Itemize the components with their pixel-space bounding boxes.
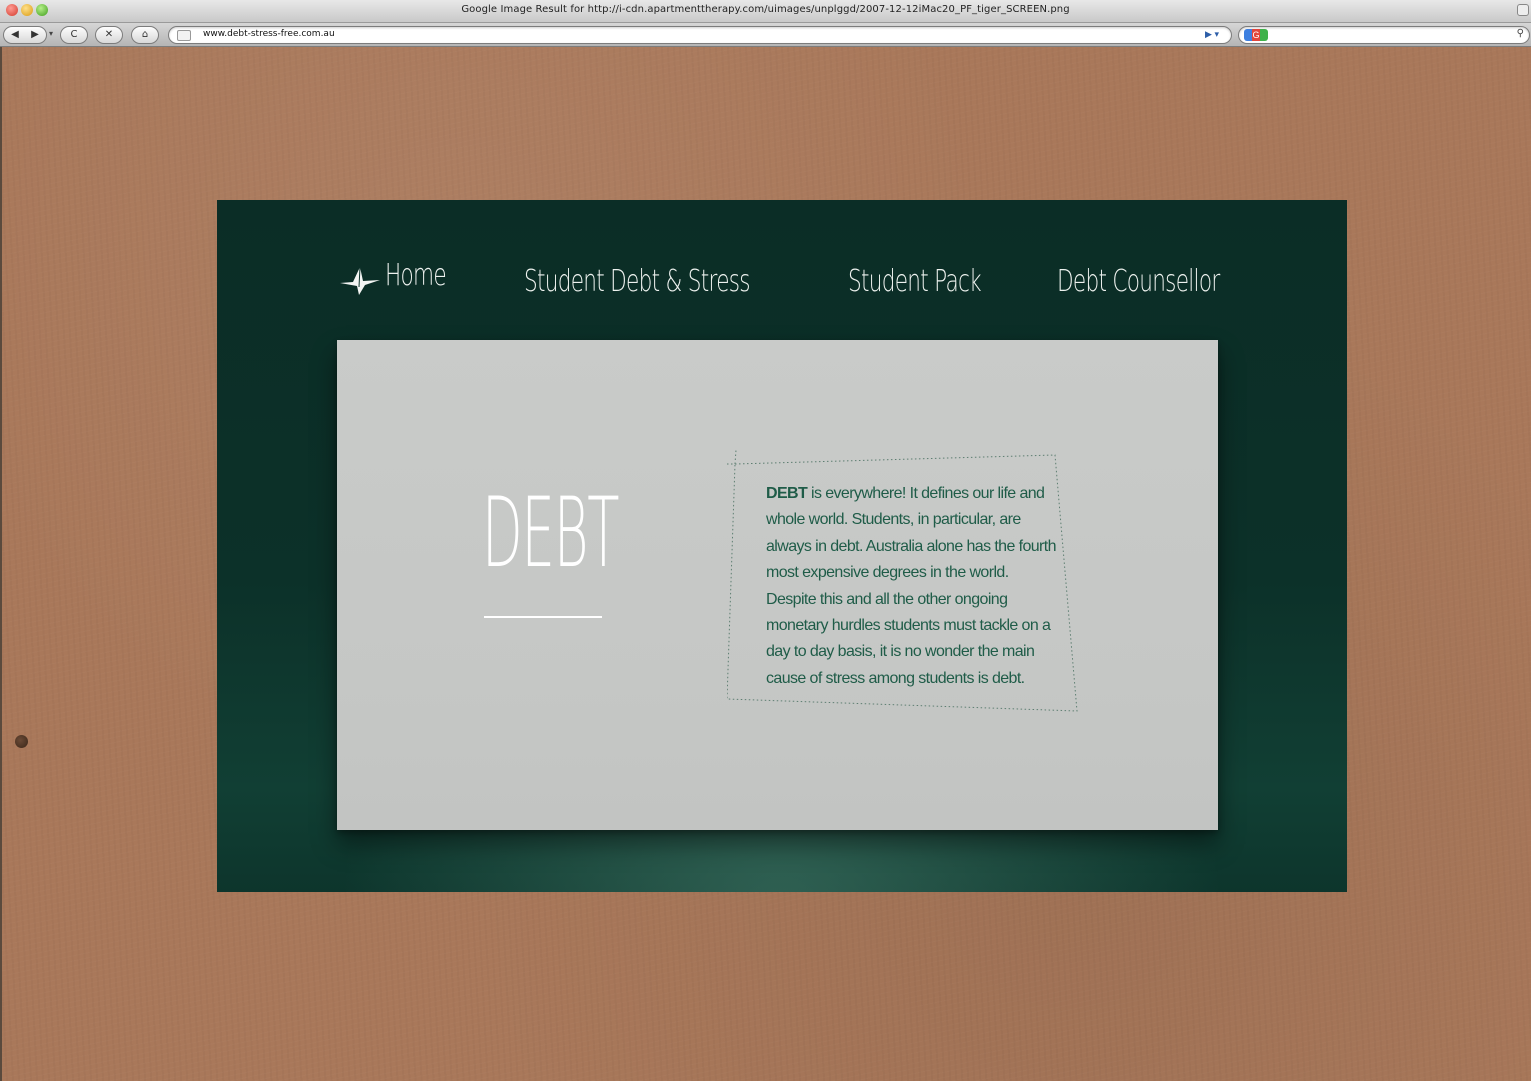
- pushpin-decoration: [15, 735, 28, 748]
- search-icon[interactable]: ⚲: [1517, 28, 1524, 39]
- window-title: Google Image Result for http://i-cdn.apa…: [461, 4, 1070, 15]
- url-text[interactable]: www.debt-stress-free.com.au: [203, 29, 335, 39]
- intro-text: is everywhere! It defines our life and w…: [766, 485, 1057, 687]
- page-title: DEBT: [482, 477, 620, 589]
- site-container: Home Student Debt & Stress Student Pack …: [217, 200, 1347, 892]
- back-icon[interactable]: ◀: [5, 27, 25, 43]
- title-underline: [484, 616, 602, 618]
- back-forward-buttons[interactable]: ◀ ▶: [3, 26, 47, 44]
- reload-button[interactable]: C: [60, 26, 88, 44]
- site-icon: [177, 30, 191, 41]
- paper-crane-icon[interactable]: [339, 263, 381, 297]
- content-panel: DEBT DEBT is everywhere! It defines our …: [337, 340, 1218, 830]
- browser-titlebar: Google Image Result for http://i-cdn.apa…: [0, 0, 1531, 23]
- intro-paragraph: DEBT is everywhere! It defines our life …: [766, 481, 1057, 692]
- page-viewport: Home Student Debt & Stress Student Pack …: [0, 47, 1531, 1081]
- window-edge: [0, 47, 2, 1081]
- nav-debt-counsellor[interactable]: Debt Counsellor: [1057, 264, 1220, 299]
- nav-student-pack[interactable]: Student Pack: [848, 264, 982, 299]
- toolbar-toggle-button[interactable]: [1517, 4, 1529, 16]
- url-go-icon[interactable]: ▶ ▾: [1205, 29, 1219, 40]
- search-engine-icon[interactable]: G: [1244, 29, 1268, 41]
- browser-toolbar: ◀ ▶ ▾ C ✕ ⌂ www.debt-stress-free.com.au ▶…: [0, 23, 1531, 47]
- address-bar[interactable]: www.debt-stress-free.com.au ▶ ▾: [168, 26, 1232, 44]
- history-dropdown-icon[interactable]: ▾: [49, 29, 53, 38]
- nav-student-debt-stress[interactable]: Student Debt & Stress: [524, 264, 751, 299]
- home-icon: ⌂: [141, 29, 149, 40]
- stop-button[interactable]: ✕: [95, 26, 123, 44]
- forward-icon[interactable]: ▶: [25, 27, 45, 43]
- stop-icon: ✕: [104, 29, 114, 40]
- nav-home[interactable]: Home: [385, 258, 447, 293]
- intro-bold-word: DEBT: [766, 485, 808, 502]
- search-field[interactable]: G ⚲: [1238, 26, 1530, 44]
- reload-icon: C: [70, 29, 78, 40]
- home-button[interactable]: ⌂: [131, 26, 159, 44]
